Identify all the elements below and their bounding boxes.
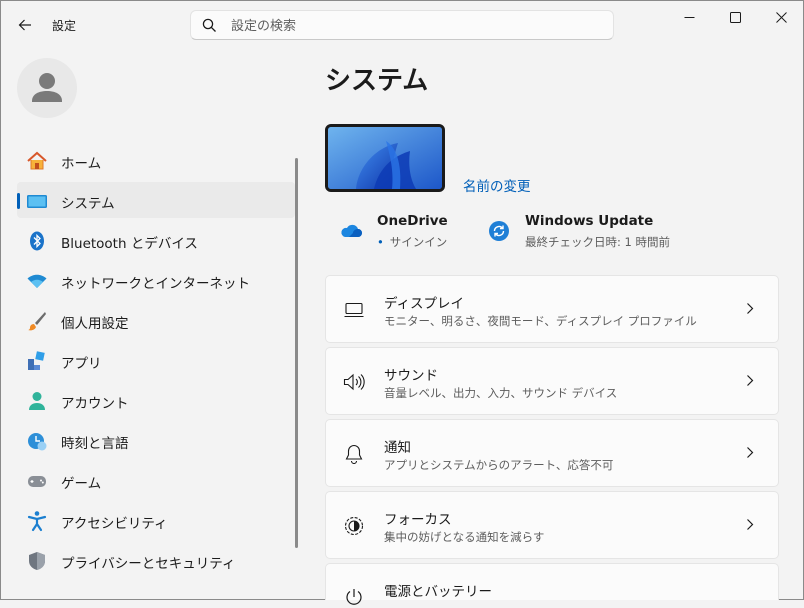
card-focus[interactable]: フォーカス 集中の妨げとなる通知を減らす [325,491,779,559]
sidebar-item-network[interactable]: ネットワークとインターネット [17,262,295,298]
sidebar-item-privacy-security[interactable]: プライバシーとセキュリティ [17,542,295,578]
maximize-icon [729,11,741,23]
windows-update-title: Windows Update [525,213,654,229]
card-title: サウンド [384,368,438,384]
sidebar-item-apps[interactable]: アプリ [17,342,295,378]
card-title: ディスプレイ [384,296,465,312]
gaming-icon [26,470,48,492]
sidebar-item-home[interactable]: ホーム [17,142,295,178]
card-subtitle: アプリとシステムからのアラート、応答不可 [384,458,614,472]
accessibility-icon [26,510,48,532]
card-subtitle: 音量レベル、出力、入力、サウンド デバイス [384,386,618,400]
bluetooth-icon [26,230,48,252]
sidebar-item-personalization[interactable]: 個人用設定 [17,302,295,338]
search-box[interactable] [190,10,614,40]
card-display[interactable]: ディスプレイ モニター、明るさ、夜間モード、ディスプレイ プロファイル [325,275,779,343]
selected-indicator [17,193,20,209]
personalization-icon [26,310,48,332]
back-arrow-icon [18,19,31,31]
back-button[interactable] [12,12,38,38]
user-avatar[interactable] [17,58,77,118]
sidebar-item-label: プライバシーとセキュリティ [61,556,236,572]
onedrive-subtitle-text: サインイン [389,235,448,249]
sidebar-scrollbar[interactable] [295,158,298,548]
chevron-right-icon [747,303,754,314]
sidebar-item-bluetooth[interactable]: Bluetooth とデバイス [17,222,295,258]
windows-update-icon [488,220,510,242]
page-title: システム [325,66,429,96]
card-subtitle: 集中の妨げとなる通知を減らす [384,530,545,544]
system-icon [26,190,48,212]
card-subtitle: モニター、明るさ、夜間モード、ディスプレイ プロファイル [384,314,697,328]
time-language-icon [26,430,48,452]
sidebar-item-label: アカウント [61,396,129,412]
onedrive-title: OneDrive [377,213,448,229]
onedrive-subtitle: • サインイン [377,234,447,250]
card-sound[interactable]: サウンド 音量レベル、出力、入力、サウンド デバイス [325,347,779,415]
card-title: フォーカス [384,512,452,528]
apps-icon [26,350,48,372]
chevron-right-icon [747,375,754,386]
focus-icon [343,515,365,537]
sidebar-item-accounts[interactable]: アカウント [17,382,295,418]
search-icon [202,18,216,32]
sound-icon [343,371,365,393]
sidebar-item-label: 時刻と言語 [61,436,129,452]
onedrive-cloud-icon [340,220,362,242]
sidebar-item-label: ネットワークとインターネット [61,276,250,292]
card-notifications[interactable]: 通知 アプリとシステムからのアラート、応答不可 [325,419,779,487]
chevron-right-icon [747,519,754,530]
sidebar-item-time-language[interactable]: 時刻と言語 [17,422,295,458]
card-title: 通知 [384,440,411,456]
close-button[interactable] [758,0,804,34]
sidebar-item-label: アクセシビリティ [61,516,168,532]
card-power-battery[interactable]: 電源とバッテリー [325,563,779,605]
sidebar-item-label: アプリ [61,356,102,372]
app-title: 設定 [52,19,77,33]
accounts-icon [26,390,48,412]
notification-bell-icon [343,443,365,465]
sidebar-item-gaming[interactable]: ゲーム [17,462,295,498]
device-wallpaper-thumbnail [325,124,445,192]
user-avatar-icon [32,73,62,102]
sidebar-item-label: ゲーム [61,476,102,492]
minimize-icon [684,16,694,18]
sidebar-item-label: システム [61,196,115,212]
minimize-button[interactable] [666,0,712,34]
status-dot: • [377,235,384,249]
home-icon [26,150,48,172]
sidebar-item-accessibility[interactable]: アクセシビリティ [17,502,295,538]
windows-update-subtitle: 最終チェック日時: 1 時間前 [525,235,671,249]
close-icon [775,11,787,23]
chevron-right-icon [747,447,754,458]
display-icon [343,299,365,321]
card-title: 電源とバッテリー [384,584,492,600]
bloom-wallpaper-icon [328,127,442,189]
sidebar-nav: ホーム システム Bluetooth とデバイス ネットワークとインターネット … [17,142,295,582]
sidebar-item-system[interactable]: システム [17,182,295,218]
sidebar-item-label: ホーム [61,156,102,172]
rename-link[interactable]: 名前の変更 [463,175,531,195]
network-icon [26,270,48,292]
maximize-button[interactable] [712,0,758,34]
search-input[interactable] [229,15,603,37]
sidebar-item-label: 個人用設定 [61,316,129,332]
sidebar-item-label: Bluetooth とデバイス [61,236,198,252]
power-icon [343,586,365,608]
privacy-security-icon [26,550,48,572]
